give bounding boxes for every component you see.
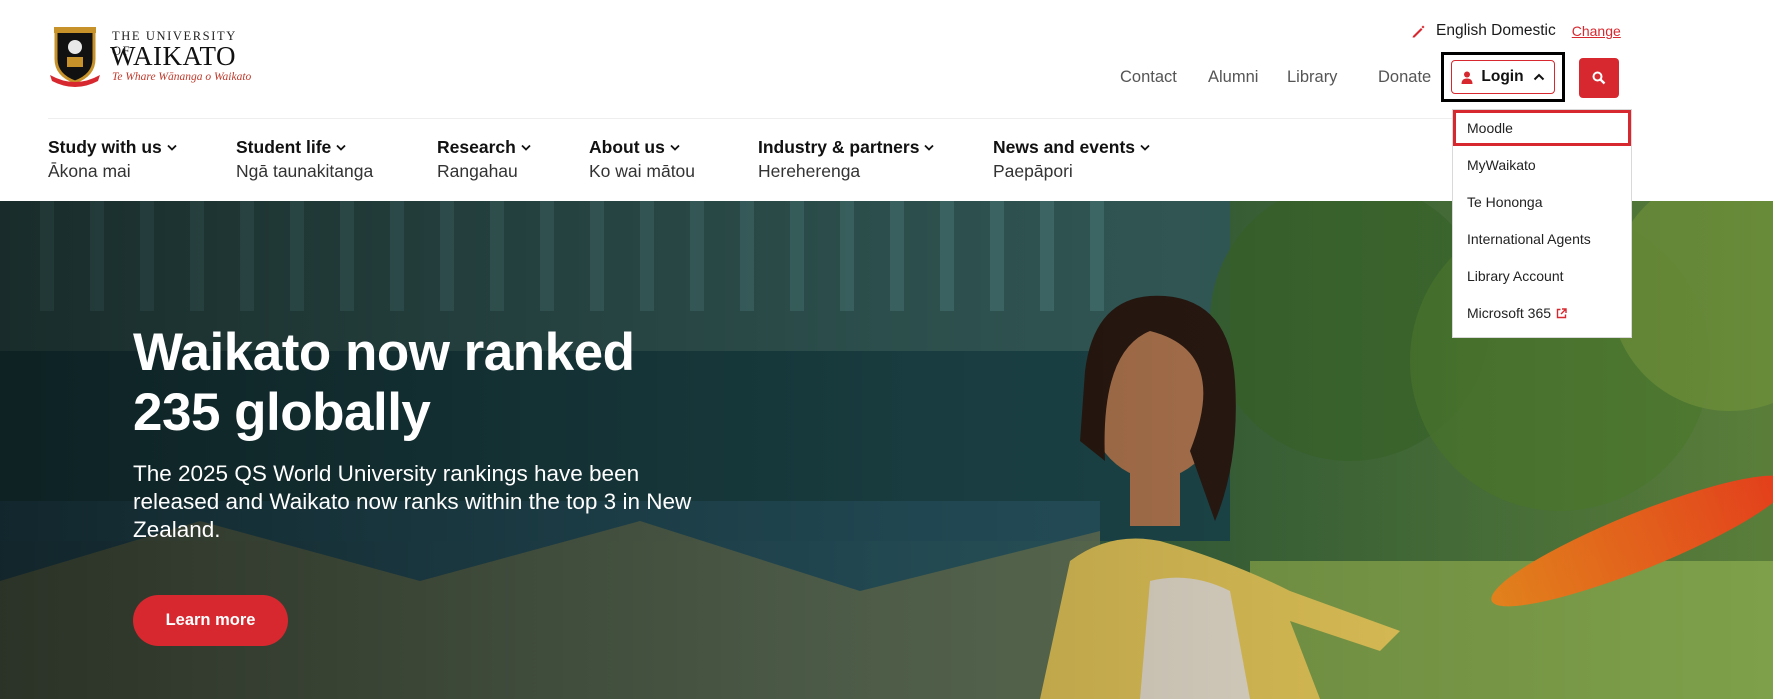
nav-industry-partners[interactable]: Industry & partners Hereherenga: [758, 137, 935, 182]
chevron-down-icon: [521, 144, 531, 151]
nav-maori-label: Rangahau: [437, 161, 518, 181]
chevron-up-icon: [1533, 73, 1544, 81]
logo-wordmark: WAIKATO: [110, 41, 236, 71]
chevron-down-icon: [670, 144, 680, 151]
menu-item-library-account[interactable]: Library Account: [1453, 258, 1631, 294]
library-link[interactable]: Library: [1287, 68, 1337, 87]
nav-maori-label: Ko wai mātou: [589, 161, 696, 181]
hero-description: The 2025 QS World University rankings ha…: [133, 461, 692, 542]
external-link-icon: [1556, 307, 1567, 318]
crest-icon: [50, 27, 100, 87]
menu-item-label: Microsoft 365: [1467, 305, 1552, 321]
nav-maori-label: Hereherenga: [758, 161, 861, 181]
nav-study-with-us[interactable]: Study with us Ākona mai: [48, 137, 177, 182]
university-logo[interactable]: THE UNIVERSITY OF WAIKATO Te Whare Wānan…: [48, 25, 258, 87]
logo-tagline: Te Whare Wānanga o Waikato: [112, 71, 252, 83]
change-language-link[interactable]: Change: [1572, 23, 1621, 39]
menu-item-microsoft-365[interactable]: Microsoft 365: [1453, 295, 1631, 331]
login-button[interactable]: Login: [1451, 60, 1555, 94]
alumni-link[interactable]: Alumni: [1208, 68, 1258, 87]
nav-label: Research: [437, 137, 516, 157]
language-label: English Domestic: [1436, 22, 1556, 39]
nav-news-events[interactable]: News and events Paepāpori: [993, 137, 1150, 182]
pen-icon: [1412, 25, 1425, 38]
contact-link[interactable]: Contact: [1120, 68, 1177, 87]
hero-title: Waikato now ranked 235 globally: [133, 323, 635, 442]
nav-label: Study with us: [48, 137, 162, 157]
menu-item-mywaikato[interactable]: MyWaikato: [1453, 147, 1631, 183]
search-button[interactable]: [1579, 58, 1619, 98]
nav-label: News and events: [993, 137, 1135, 157]
nav-label: Industry & partners: [758, 137, 920, 157]
nav-maori-label: Ākona mai: [48, 161, 131, 181]
nav-maori-label: Paepāpori: [993, 161, 1073, 181]
nav-about-us[interactable]: About us Ko wai mātou: [589, 137, 695, 182]
nav-student-life[interactable]: Student life Ngā taunakitanga: [236, 137, 373, 182]
chevron-down-icon: [336, 144, 346, 151]
login-focus-outline: Login: [1441, 52, 1565, 102]
nav-maori-label: Ngā taunakitanga: [236, 161, 374, 181]
person-icon: [1461, 71, 1473, 84]
nav-label: About us: [589, 137, 665, 157]
login-label: Login: [1481, 68, 1524, 85]
donate-link[interactable]: Donate: [1378, 68, 1431, 87]
chevron-down-icon: [1140, 144, 1150, 151]
nav-label: Student life: [236, 137, 332, 157]
menu-item-moodle[interactable]: Moodle: [1453, 110, 1631, 146]
language-selector: English Domestic Change: [1410, 20, 1621, 42]
menu-item-international-agents[interactable]: International Agents: [1453, 221, 1631, 257]
menu-item-te-hononga[interactable]: Te Hononga: [1453, 184, 1631, 220]
header-divider: [48, 118, 1620, 119]
search-icon: [1592, 71, 1606, 85]
learn-more-button[interactable]: Learn more: [133, 595, 288, 646]
nav-research[interactable]: Research Rangahau: [437, 137, 531, 182]
chevron-down-icon: [167, 144, 177, 151]
login-dropdown-menu: Moodle MyWaikato Te Hononga Internationa…: [1452, 109, 1632, 338]
chevron-down-icon: [924, 144, 935, 151]
